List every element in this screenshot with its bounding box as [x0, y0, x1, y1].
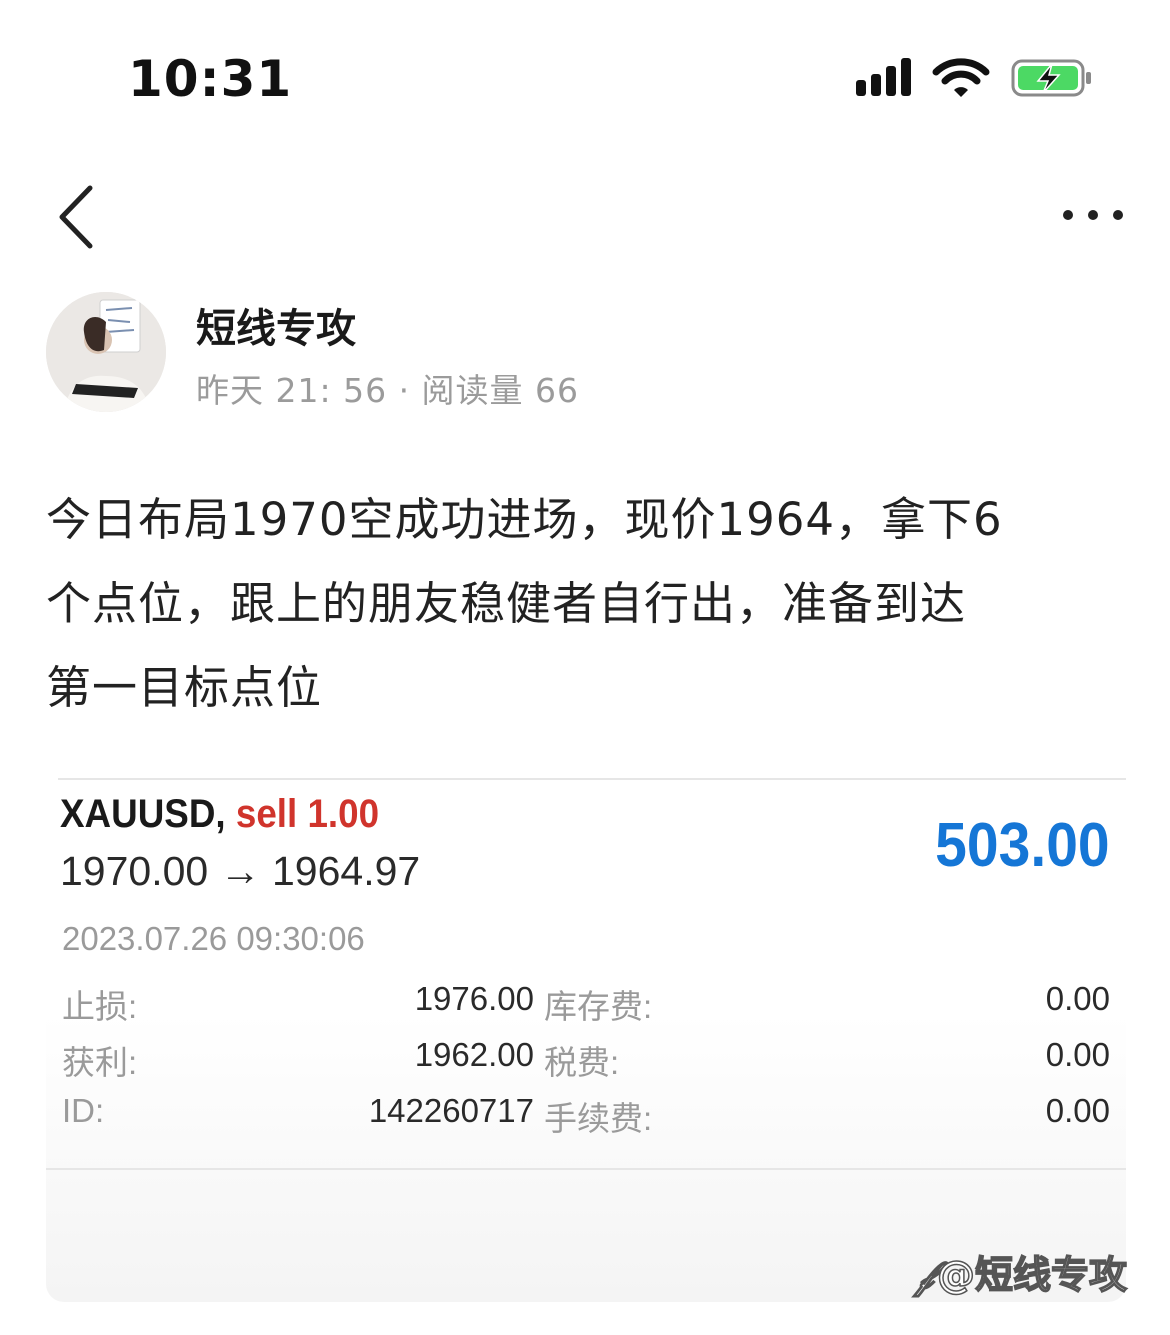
trade-detail-row: ID: 142260717 手续费: 0.00 — [62, 1092, 1110, 1148]
detail-value: 0.00 — [1045, 1036, 1110, 1073]
detail-value: 1976.00 — [414, 980, 534, 1017]
weibo-logo-icon: 𝒻 — [915, 1252, 933, 1298]
avatar-image — [46, 292, 166, 412]
wifi-icon — [932, 58, 990, 97]
author-avatar[interactable] — [46, 292, 166, 412]
trade-side: sell 1.00 — [235, 792, 380, 836]
author-name[interactable]: 短线专攻 — [196, 296, 356, 354]
status-time: 10:31 — [128, 50, 293, 108]
more-button[interactable] — [1058, 198, 1128, 232]
watermark-text: @短线专攻 — [936, 1252, 1128, 1298]
detail-label: 库存费: — [544, 988, 653, 1025]
trade-profit: 503.00 — [935, 811, 1110, 880]
trade-detail-row: 止损: 1976.00 库存费: 0.00 — [62, 980, 1110, 1036]
trade-card-image[interactable]: XAUUSD, sell 1.00 1970.00 → 1964.97 503.… — [46, 778, 1126, 1302]
trade-symbol: XAUUSD, — [60, 792, 226, 836]
detail-value: 0.00 — [1045, 1092, 1110, 1129]
status-icons — [854, 56, 1094, 100]
back-button[interactable] — [52, 182, 100, 252]
signal-icon — [856, 58, 911, 96]
post-screen: 10:31 短线专攻 昨天 21: 56 · 阅读量 66 今日布局1970空成… — [0, 0, 1170, 1335]
chevron-left-icon — [59, 185, 93, 249]
post-line: 第一目标点位 — [46, 661, 323, 714]
trade-price-range: 1970.00 → 1964.97 — [60, 848, 421, 894]
detail-label: 获利: — [62, 1044, 138, 1081]
detail-label: ID: — [62, 1092, 105, 1129]
post-line: 今日布局1970空成功进场，现价1964，拿下6 — [46, 493, 1003, 546]
trade-symbol-line: XAUUSD, sell 1.00 — [60, 792, 379, 837]
more-horizontal-icon — [1063, 210, 1123, 220]
trade-detail-row: 获利: 1962.00 税费: 0.00 — [62, 1036, 1110, 1092]
divider — [46, 1168, 1126, 1170]
battery-charging-icon — [1011, 59, 1091, 97]
post-meta: 昨天 21: 56 · 阅读量 66 — [196, 371, 580, 410]
trade-time: 2023.07.26 09:30:06 — [62, 920, 365, 957]
detail-value: 0.00 — [1045, 980, 1110, 1017]
post-body: 今日布局1970空成功进场，现价1964，拿下6 个点位，跟上的朋友稳健者自行出… — [46, 478, 1106, 730]
detail-label: 手续费: — [544, 1100, 653, 1137]
detail-label: 税费: — [544, 1044, 620, 1081]
detail-label: 止损: — [62, 988, 138, 1025]
watermark: 𝒻 @短线专攻 — [915, 1244, 1128, 1299]
detail-value: 1962.00 — [414, 1036, 534, 1073]
post-line: 个点位，跟上的朋友稳健者自行出，准备到达 — [46, 577, 967, 630]
detail-value: 142260717 — [368, 1092, 534, 1129]
divider — [58, 778, 1126, 780]
